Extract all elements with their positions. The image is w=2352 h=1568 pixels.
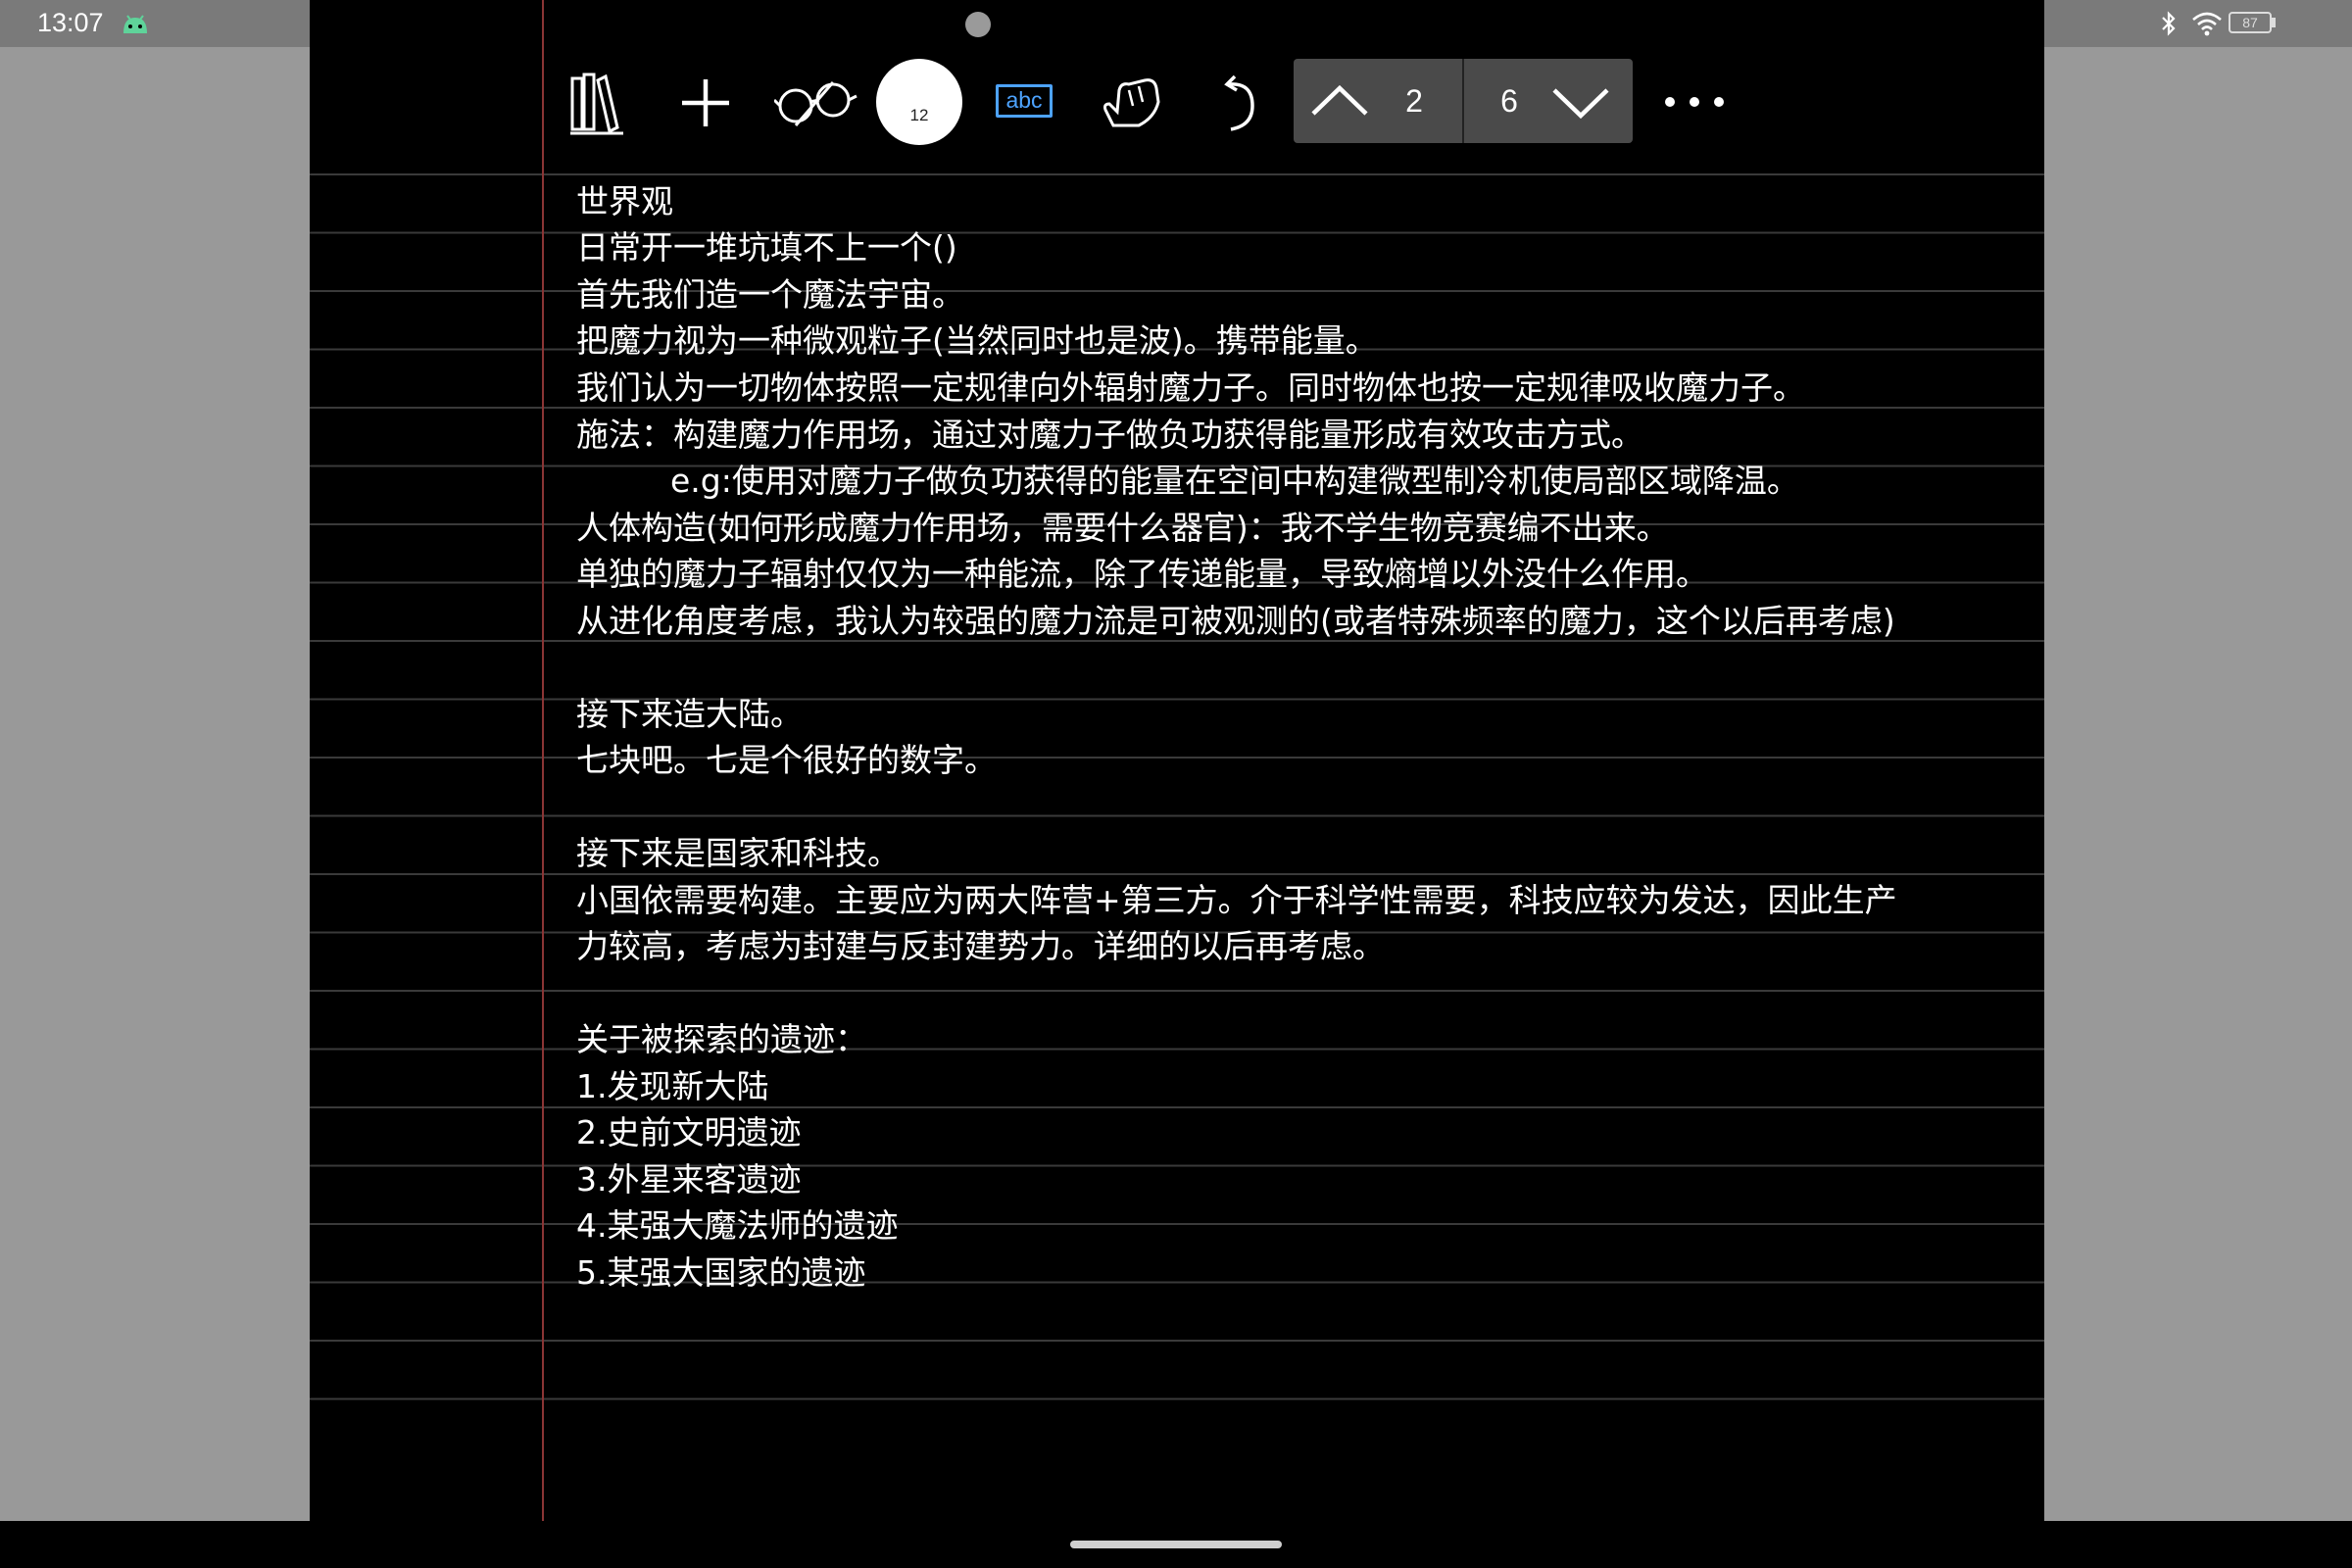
note-line: 接下来是国家和科技。 bbox=[576, 834, 900, 872]
note-line: 人体构造(如何形成魔力作用场，需要什么器官)：我不学生物竞赛编不出来。 bbox=[576, 509, 1669, 547]
note-line: 2.史前文明遗迹 bbox=[576, 1113, 802, 1152]
note-line: 首先我们造一个魔法宇宙。 bbox=[576, 275, 964, 314]
pen-size-label: 12 bbox=[909, 106, 929, 124]
current-page-number[interactable]: 2 bbox=[1380, 59, 1448, 143]
note-line: 七块吧。七是个很好的数字。 bbox=[576, 741, 997, 779]
android-robot-icon bbox=[123, 15, 147, 33]
note-line: 施法：构建魔力作用场，通过对魔力子做负功获得能量形成有效攻击方式。 bbox=[576, 416, 1643, 454]
bluetooth-icon bbox=[2162, 11, 2176, 36]
pen-icon[interactable]: 12 bbox=[876, 59, 962, 145]
margin-line bbox=[542, 0, 544, 1521]
note-line: 世界观 bbox=[576, 182, 673, 220]
text-abc-icon[interactable]: abc bbox=[996, 84, 1053, 118]
note-line: 小国依需要构建。主要应为两大阵营+第三方。介于科学性需要，科技应较为发达，因此生… bbox=[576, 881, 1897, 919]
note-line: 1.发现新大陆 bbox=[576, 1067, 769, 1105]
note-line: 5.某强大国家的遗迹 bbox=[576, 1253, 866, 1292]
note-line: 把魔力视为一种微观粒子(当然同时也是波)。携带能量。 bbox=[576, 321, 1378, 360]
wifi-icon bbox=[2192, 12, 2222, 36]
note-line: 日常开一堆坑填不上一个() bbox=[576, 228, 957, 267]
note-line: 接下来造大陆。 bbox=[576, 695, 803, 733]
note-line: 力较高，考虑为封建与反封建势力。详细的以后再考虑。 bbox=[576, 927, 1385, 965]
total-page-number: 6 bbox=[1500, 83, 1518, 119]
notebook-page[interactable]: 12 abc 2 6 世界观 日常开一堆坑填不上一个() 首先我们造一个魔法宇宙… bbox=[310, 0, 2044, 1521]
note-line: 关于被探索的遗迹： bbox=[576, 1020, 867, 1058]
left-side-panel bbox=[0, 47, 310, 1521]
note-line: 从进化角度考虑，我认为较强的魔力流是可被观测的(或者特殊频率的魔力，这个以后再考… bbox=[576, 602, 1895, 640]
home-gesture-handle[interactable] bbox=[1070, 1541, 1282, 1548]
chevron-up-icon[interactable] bbox=[1305, 67, 1374, 135]
chevron-down-icon[interactable] bbox=[1546, 67, 1615, 135]
glasses-icon[interactable] bbox=[774, 55, 858, 149]
note-line-indented: e.g:使用对魔力子做负功获得的能量在空间中构建微型制冷机使局部区域降温。 bbox=[670, 462, 1799, 500]
page-navigator: 2 6 bbox=[1294, 59, 1633, 143]
battery-tip bbox=[2272, 18, 2276, 27]
note-line: 我们认为一切物体按照一定规律向外辐射魔力子。同时物体也按一定规律吸收魔力子。 bbox=[576, 368, 1805, 407]
undo-icon[interactable] bbox=[1203, 55, 1274, 149]
note-line: 3.外星来客遗迹 bbox=[576, 1160, 802, 1199]
camera-cutout bbox=[965, 12, 991, 37]
navigation-bar bbox=[0, 1521, 2352, 1568]
right-side-panel bbox=[2044, 47, 2352, 1521]
page-nav-divider bbox=[1462, 59, 1464, 143]
note-line: 4.某强大魔法师的遗迹 bbox=[576, 1206, 899, 1245]
clock: 13:07 bbox=[37, 8, 104, 37]
add-icon[interactable] bbox=[670, 55, 741, 149]
library-icon[interactable] bbox=[566, 55, 637, 149]
more-icon[interactable] bbox=[1660, 84, 1729, 120]
ruled-lines bbox=[310, 173, 2044, 1400]
hand-icon[interactable] bbox=[1100, 55, 1170, 149]
note-line: 单独的魔力子辐射仅仅为一种能流，除了传递能量，导致熵增以外没什么作用。 bbox=[576, 555, 1708, 593]
battery-indicator: 87 bbox=[2229, 12, 2272, 33]
